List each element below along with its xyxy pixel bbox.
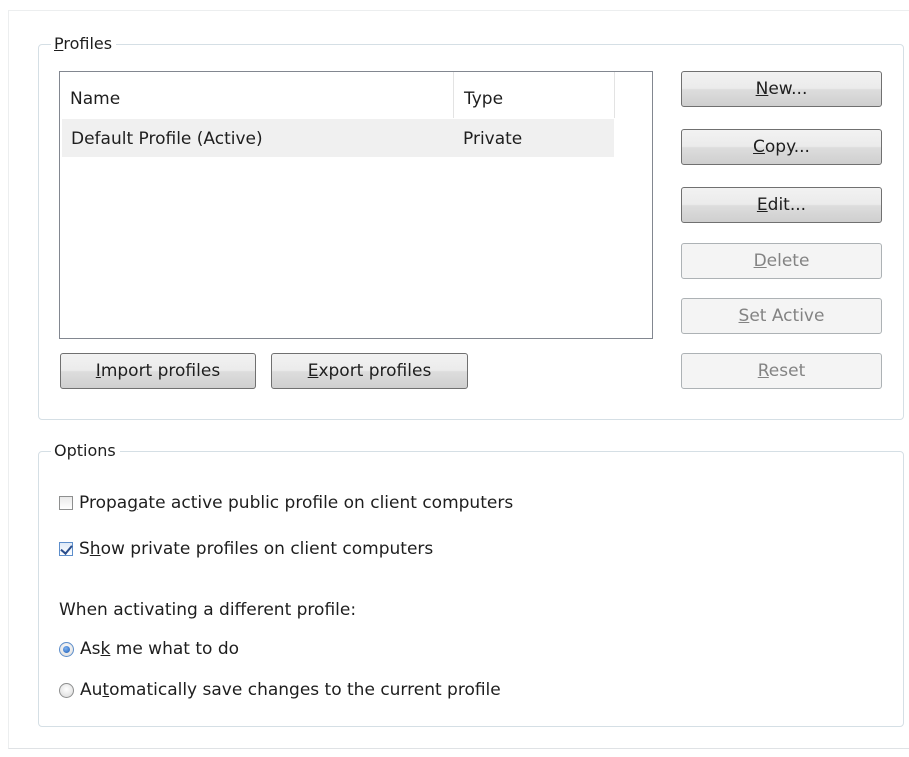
profiles-list[interactable]: Name Type Default Profile (Active) Priva… <box>59 71 653 339</box>
column-header-filler <box>615 72 652 118</box>
auto-save-option[interactable]: Automatically save changes to the curren… <box>59 679 501 701</box>
profile-name-cell: Default Profile (Active) <box>71 129 263 149</box>
options-group: Options Propagate active public profile … <box>38 441 904 727</box>
profiles-list-header: Name Type <box>60 72 652 118</box>
activation-prompt: When activating a different profile: <box>59 599 356 621</box>
activation-prompt-text: When activating a different profile: <box>59 600 357 620</box>
ask-me-label: Ask me what to do <box>80 639 240 659</box>
set-active-button[interactable]: Set Active <box>681 298 882 334</box>
delete-profile-button[interactable]: Delete <box>681 243 882 279</box>
export-profiles-button[interactable]: Export profiles <box>271 353 468 389</box>
reset-button[interactable]: Reset <box>681 353 882 389</box>
show-private-option[interactable]: Show private profiles on client computer… <box>59 538 433 560</box>
profile-row[interactable]: Default Profile (Active) Private <box>62 119 614 157</box>
propagate-label: Propagate active public profile on clien… <box>79 493 514 513</box>
column-header-type[interactable]: Type <box>454 72 615 118</box>
options-group-legend: Options <box>51 441 120 461</box>
profiles-group: Profiles Name Type Default Profile (Acti… <box>38 34 904 420</box>
show-private-label: Show private profiles on client computer… <box>79 539 434 559</box>
propagate-option[interactable]: Propagate active public profile on clien… <box>59 492 513 514</box>
show-private-checkbox[interactable] <box>59 542 73 556</box>
ask-me-radio[interactable] <box>59 641 74 657</box>
import-profiles-button[interactable]: Import profiles <box>60 353 256 389</box>
auto-save-label: Automatically save changes to the curren… <box>80 680 501 700</box>
edit-profile-button[interactable]: Edit... <box>681 187 882 223</box>
auto-save-radio[interactable] <box>59 682 74 698</box>
ask-me-option[interactable]: Ask me what to do <box>59 638 239 660</box>
copy-profile-button[interactable]: Copy... <box>681 129 882 165</box>
profiles-group-legend: Profiles <box>51 34 117 54</box>
profile-type-cell: Private <box>463 129 523 149</box>
propagate-checkbox[interactable] <box>59 496 73 510</box>
new-profile-button[interactable]: New... <box>681 71 882 107</box>
column-header-name[interactable]: Name <box>60 72 454 118</box>
